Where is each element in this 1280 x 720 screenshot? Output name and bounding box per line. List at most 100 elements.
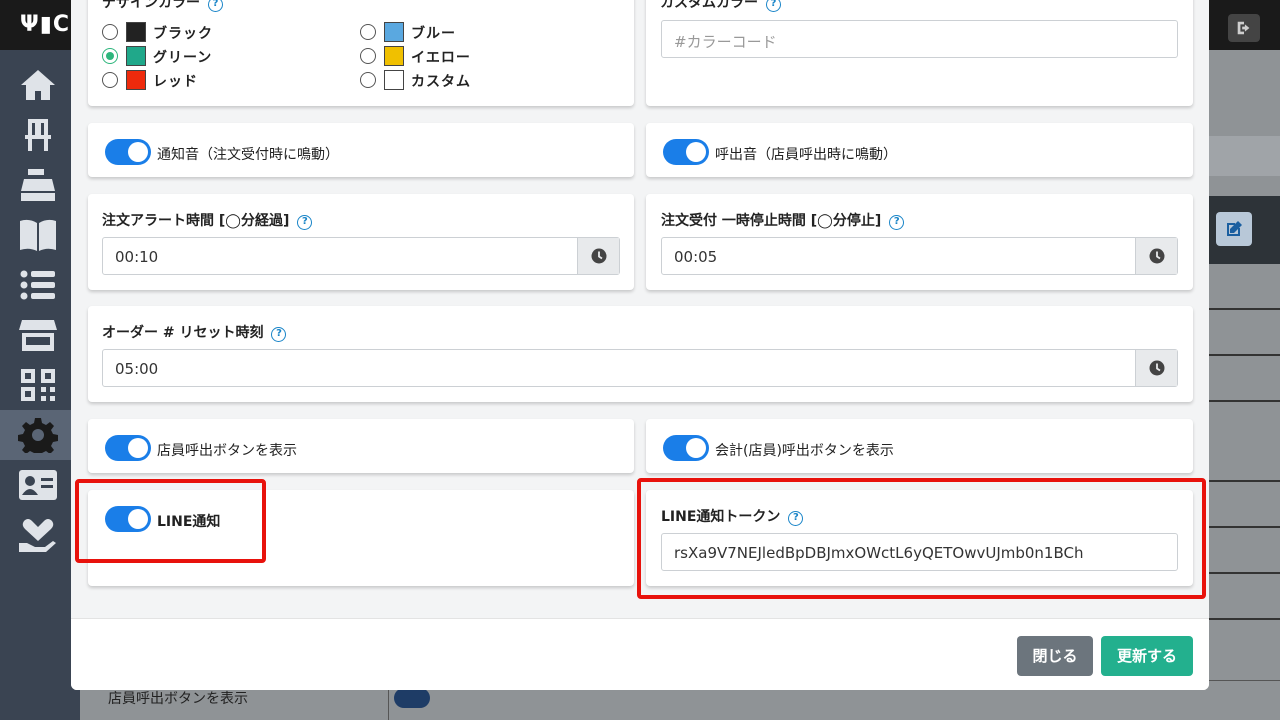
sidebar-item-store[interactable] <box>0 310 80 360</box>
notify-sound-toggle[interactable] <box>105 139 151 165</box>
edit-icon <box>1227 221 1242 236</box>
checkout-call-button-label: 会計(店員)呼出ボタンを表示 <box>715 443 894 459</box>
sidebar-item-orders[interactable] <box>0 260 80 310</box>
order-alert-input[interactable]: 00:10 <box>102 237 620 275</box>
store-icon <box>19 320 57 351</box>
background-row-divider <box>1208 618 1280 620</box>
sidebar-item-menu[interactable] <box>0 210 80 260</box>
notify-sound-card: 通知音（注文受付時に鳴動） <box>88 123 634 177</box>
custom-color-card: カスタムカラー? #カラーコード <box>646 0 1193 106</box>
sidebar-item-register[interactable] <box>0 160 80 210</box>
clock-button[interactable] <box>577 238 619 274</box>
notify-sound-label: 通知音（注文受付時に鳴動） <box>157 147 339 163</box>
staff-call-button-label: 店員呼出ボタンを表示 <box>157 443 297 459</box>
custom-color-input[interactable]: #カラーコード <box>661 20 1178 58</box>
close-button[interactable]: 閉じる <box>1017 636 1093 676</box>
background-panel <box>1208 136 1280 176</box>
radio-red[interactable] <box>102 72 118 88</box>
sidebar-item-support[interactable] <box>0 510 80 560</box>
order-pause-value: 00:05 <box>674 248 718 266</box>
color-option-label: グリーン <box>153 50 213 66</box>
background-row-divider <box>1208 400 1280 402</box>
checkout-call-button-toggle[interactable] <box>663 435 709 461</box>
chair-icon <box>25 119 51 151</box>
edit-button[interactable] <box>1216 212 1252 246</box>
background-toggle <box>394 688 430 708</box>
color-option-black[interactable]: ブラック <box>102 21 302 43</box>
design-color-label: デザインカラー? <box>102 0 223 12</box>
call-sound-toggle[interactable] <box>663 139 709 165</box>
help-icon[interactable]: ? <box>271 327 287 342</box>
swatch-green <box>126 46 146 66</box>
help-icon[interactable]: ? <box>766 0 781 12</box>
swatch-blue <box>384 22 404 42</box>
order-pause-input[interactable]: 00:05 <box>661 237 1178 275</box>
logout-button[interactable] <box>1228 14 1260 42</box>
register-icon <box>21 169 55 201</box>
order-pause-label: 注文受付 一時停止時間 [◯分停止]? <box>661 210 905 230</box>
order-reset-input[interactable]: 05:00 <box>102 349 1178 387</box>
modal-footer: 閉じる 更新する <box>71 618 1209 690</box>
order-alert-card: 注文アラート時間 [◯分経過]? 00:10 <box>88 194 634 290</box>
order-reset-label: オーダー # リセット時刻? <box>102 322 287 342</box>
radio-custom[interactable] <box>360 72 376 88</box>
sidebar-item-settings[interactable] <box>0 410 80 460</box>
color-option-label: イエロー <box>411 50 471 66</box>
custom-color-label: カスタムカラー? <box>660 0 781 12</box>
checkout-call-button-card: 会計(店員)呼出ボタンを表示 <box>646 419 1193 473</box>
background-row-label: 店員呼出ボタンを表示 <box>108 691 248 707</box>
sidebar-item-staff[interactable] <box>0 460 80 510</box>
order-pause-card: 注文受付 一時停止時間 [◯分停止]? 00:05 <box>646 194 1193 290</box>
color-option-custom[interactable]: カスタム <box>360 69 560 91</box>
swatch-red <box>126 70 146 90</box>
sidebar-item-tables[interactable] <box>0 110 80 160</box>
radio-black[interactable] <box>102 24 118 40</box>
background-row-divider <box>1208 480 1280 482</box>
background-row-divider <box>1208 526 1280 528</box>
background-row-divider <box>1208 572 1280 574</box>
logout-icon <box>1237 21 1250 35</box>
clock-icon <box>1149 248 1165 264</box>
sidebar <box>0 50 80 720</box>
color-option-blue[interactable]: ブルー <box>360 21 560 43</box>
order-alert-label: 注文アラート時間 [◯分経過]? <box>102 210 313 230</box>
background-row-divider <box>1208 308 1280 310</box>
background-row-divider <box>1208 354 1280 356</box>
radio-blue[interactable] <box>360 24 376 40</box>
gear-icon <box>18 418 58 453</box>
color-option-label: ブルー <box>411 26 456 42</box>
order-alert-value: 00:10 <box>115 248 159 266</box>
swatch-custom <box>384 70 404 90</box>
highlight-box <box>637 478 1206 599</box>
highlight-box <box>75 479 266 563</box>
radio-yellow[interactable] <box>360 48 376 64</box>
help-icon[interactable]: ? <box>297 215 313 230</box>
swatch-yellow <box>384 46 404 66</box>
book-icon <box>20 219 56 251</box>
order-reset-value: 05:00 <box>115 360 159 378</box>
staff-call-button-card: 店員呼出ボタンを表示 <box>88 419 634 473</box>
color-option-green[interactable]: グリーン <box>102 45 302 67</box>
custom-color-placeholder: #カラーコード <box>674 33 777 51</box>
qr-icon <box>21 369 55 401</box>
swatch-black <box>126 22 146 42</box>
list-icon <box>20 270 55 300</box>
staff-call-button-toggle[interactable] <box>105 435 151 461</box>
color-option-yellow[interactable]: イエロー <box>360 45 560 67</box>
sidebar-item-qr[interactable] <box>0 360 80 410</box>
update-button[interactable]: 更新する <box>1101 636 1193 676</box>
color-option-red[interactable]: レッド <box>102 69 302 91</box>
clock-icon <box>1149 360 1165 376</box>
radio-green[interactable] <box>102 48 118 64</box>
sidebar-item-home[interactable] <box>0 60 80 110</box>
clock-button[interactable] <box>1135 350 1177 386</box>
call-sound-card: 呼出音（店員呼出時に鳴動） <box>646 123 1193 177</box>
call-sound-label: 呼出音（店員呼出時に鳴動） <box>715 147 897 163</box>
help-icon[interactable]: ? <box>208 0 223 12</box>
clock-icon <box>591 248 607 264</box>
hand-heart-icon <box>19 519 56 552</box>
clock-button[interactable] <box>1135 238 1177 274</box>
order-reset-card: オーダー # リセット時刻? 05:00 <box>88 306 1193 402</box>
id-card-icon <box>19 470 57 500</box>
help-icon[interactable]: ? <box>889 215 905 230</box>
